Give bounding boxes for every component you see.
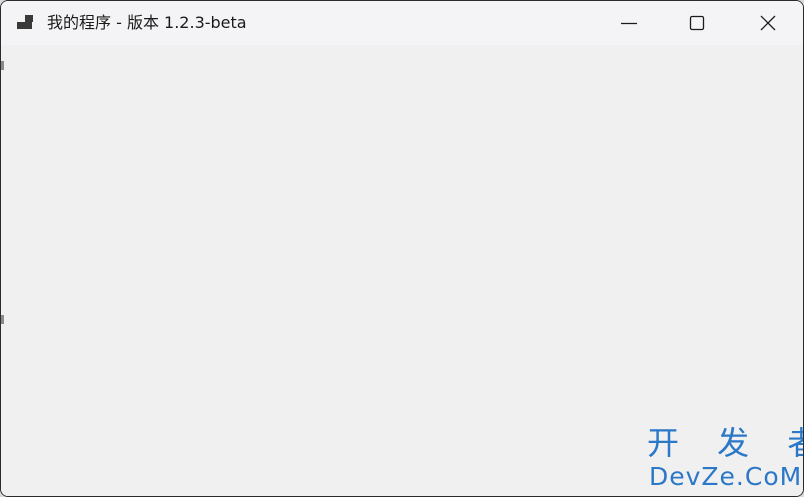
watermark-chinese-text: 开 发 者 bbox=[647, 424, 803, 462]
window-title: 我的程序 - 版本 1.2.3-beta bbox=[47, 13, 247, 32]
close-button[interactable] bbox=[733, 1, 801, 45]
app-window: 我的程序 - 版本 1.2.3-beta 开 发 DevZe.CoM bbox=[0, 0, 804, 497]
watermark-site-text: DevZe.CoM bbox=[649, 462, 803, 491]
maximize-button[interactable] bbox=[663, 1, 731, 45]
title-bar[interactable]: 我的程序 - 版本 1.2.3-beta bbox=[1, 1, 803, 45]
minimize-button[interactable] bbox=[595, 1, 663, 45]
resize-edge-marker bbox=[1, 315, 4, 324]
window-app-icon[interactable] bbox=[16, 13, 36, 33]
watermark: 开 发 者 DevZe.CoM bbox=[641, 423, 803, 495]
resize-edge-marker bbox=[1, 61, 4, 70]
